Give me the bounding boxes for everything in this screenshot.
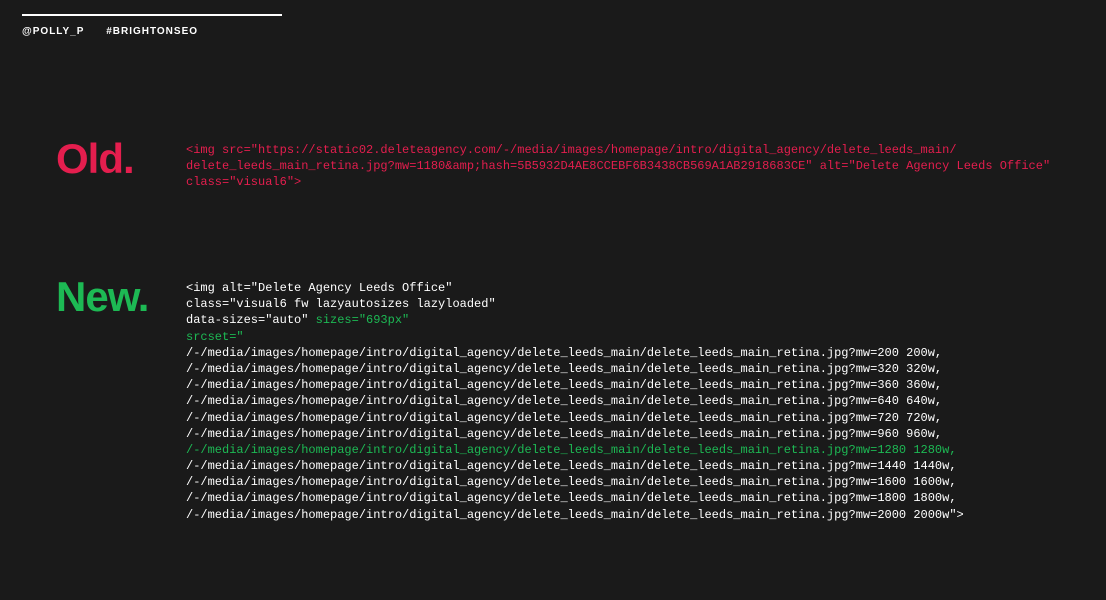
new-code-srcset-highlight: srcset=" bbox=[186, 330, 244, 344]
new-code-line-2: class="visual6 fw lazyautosizes lazyload… bbox=[186, 297, 496, 311]
srcset-row-360: /-/media/images/homepage/intro/digital_a… bbox=[186, 378, 942, 392]
srcset-row-960: /-/media/images/homepage/intro/digital_a… bbox=[186, 427, 942, 441]
old-code-block: <img src="https://static02.deleteagency.… bbox=[186, 142, 1050, 191]
srcset-row-1440: /-/media/images/homepage/intro/digital_a… bbox=[186, 459, 957, 473]
new-code-line-1: <img alt="Delete Agency Leeds Office" bbox=[186, 281, 452, 295]
srcset-row-640: /-/media/images/homepage/intro/digital_a… bbox=[186, 394, 942, 408]
author-handle: @POLLY_P bbox=[22, 26, 84, 37]
srcset-row-720: /-/media/images/homepage/intro/digital_a… bbox=[186, 411, 942, 425]
srcset-row-320: /-/media/images/homepage/intro/digital_a… bbox=[186, 362, 942, 376]
srcset-row-2000: /-/media/images/homepage/intro/digital_a… bbox=[186, 508, 964, 522]
srcset-row-200: /-/media/images/homepage/intro/digital_a… bbox=[186, 346, 942, 360]
old-label: Old. bbox=[56, 138, 186, 180]
event-hashtag: #BRIGHTONSEO bbox=[106, 26, 198, 37]
new-code-line-3a: data-sizes="auto" bbox=[186, 313, 316, 327]
new-code-sizes-highlight: sizes="693px" bbox=[316, 313, 410, 327]
slide-meta: @POLLY_P #BRIGHTONSEO bbox=[22, 26, 216, 37]
new-section: New. <img alt="Delete Agency Leeds Offic… bbox=[56, 276, 964, 523]
old-code-line-2: delete_leeds_main_retina.jpg?mw=1180&amp… bbox=[186, 159, 1050, 173]
srcset-row-1600: /-/media/images/homepage/intro/digital_a… bbox=[186, 475, 957, 489]
old-code-line-3: class="visual6"> bbox=[186, 175, 301, 189]
header-divider bbox=[22, 14, 282, 16]
new-code-block: <img alt="Delete Agency Leeds Office" cl… bbox=[186, 280, 964, 523]
srcset-row-1280: /-/media/images/homepage/intro/digital_a… bbox=[186, 443, 957, 457]
old-code-line-1: <img src="https://static02.deleteagency.… bbox=[186, 143, 957, 157]
new-label: New. bbox=[56, 276, 186, 318]
old-section: Old. <img src="https://static02.deleteag… bbox=[56, 138, 1050, 191]
srcset-row-1800: /-/media/images/homepage/intro/digital_a… bbox=[186, 491, 957, 505]
